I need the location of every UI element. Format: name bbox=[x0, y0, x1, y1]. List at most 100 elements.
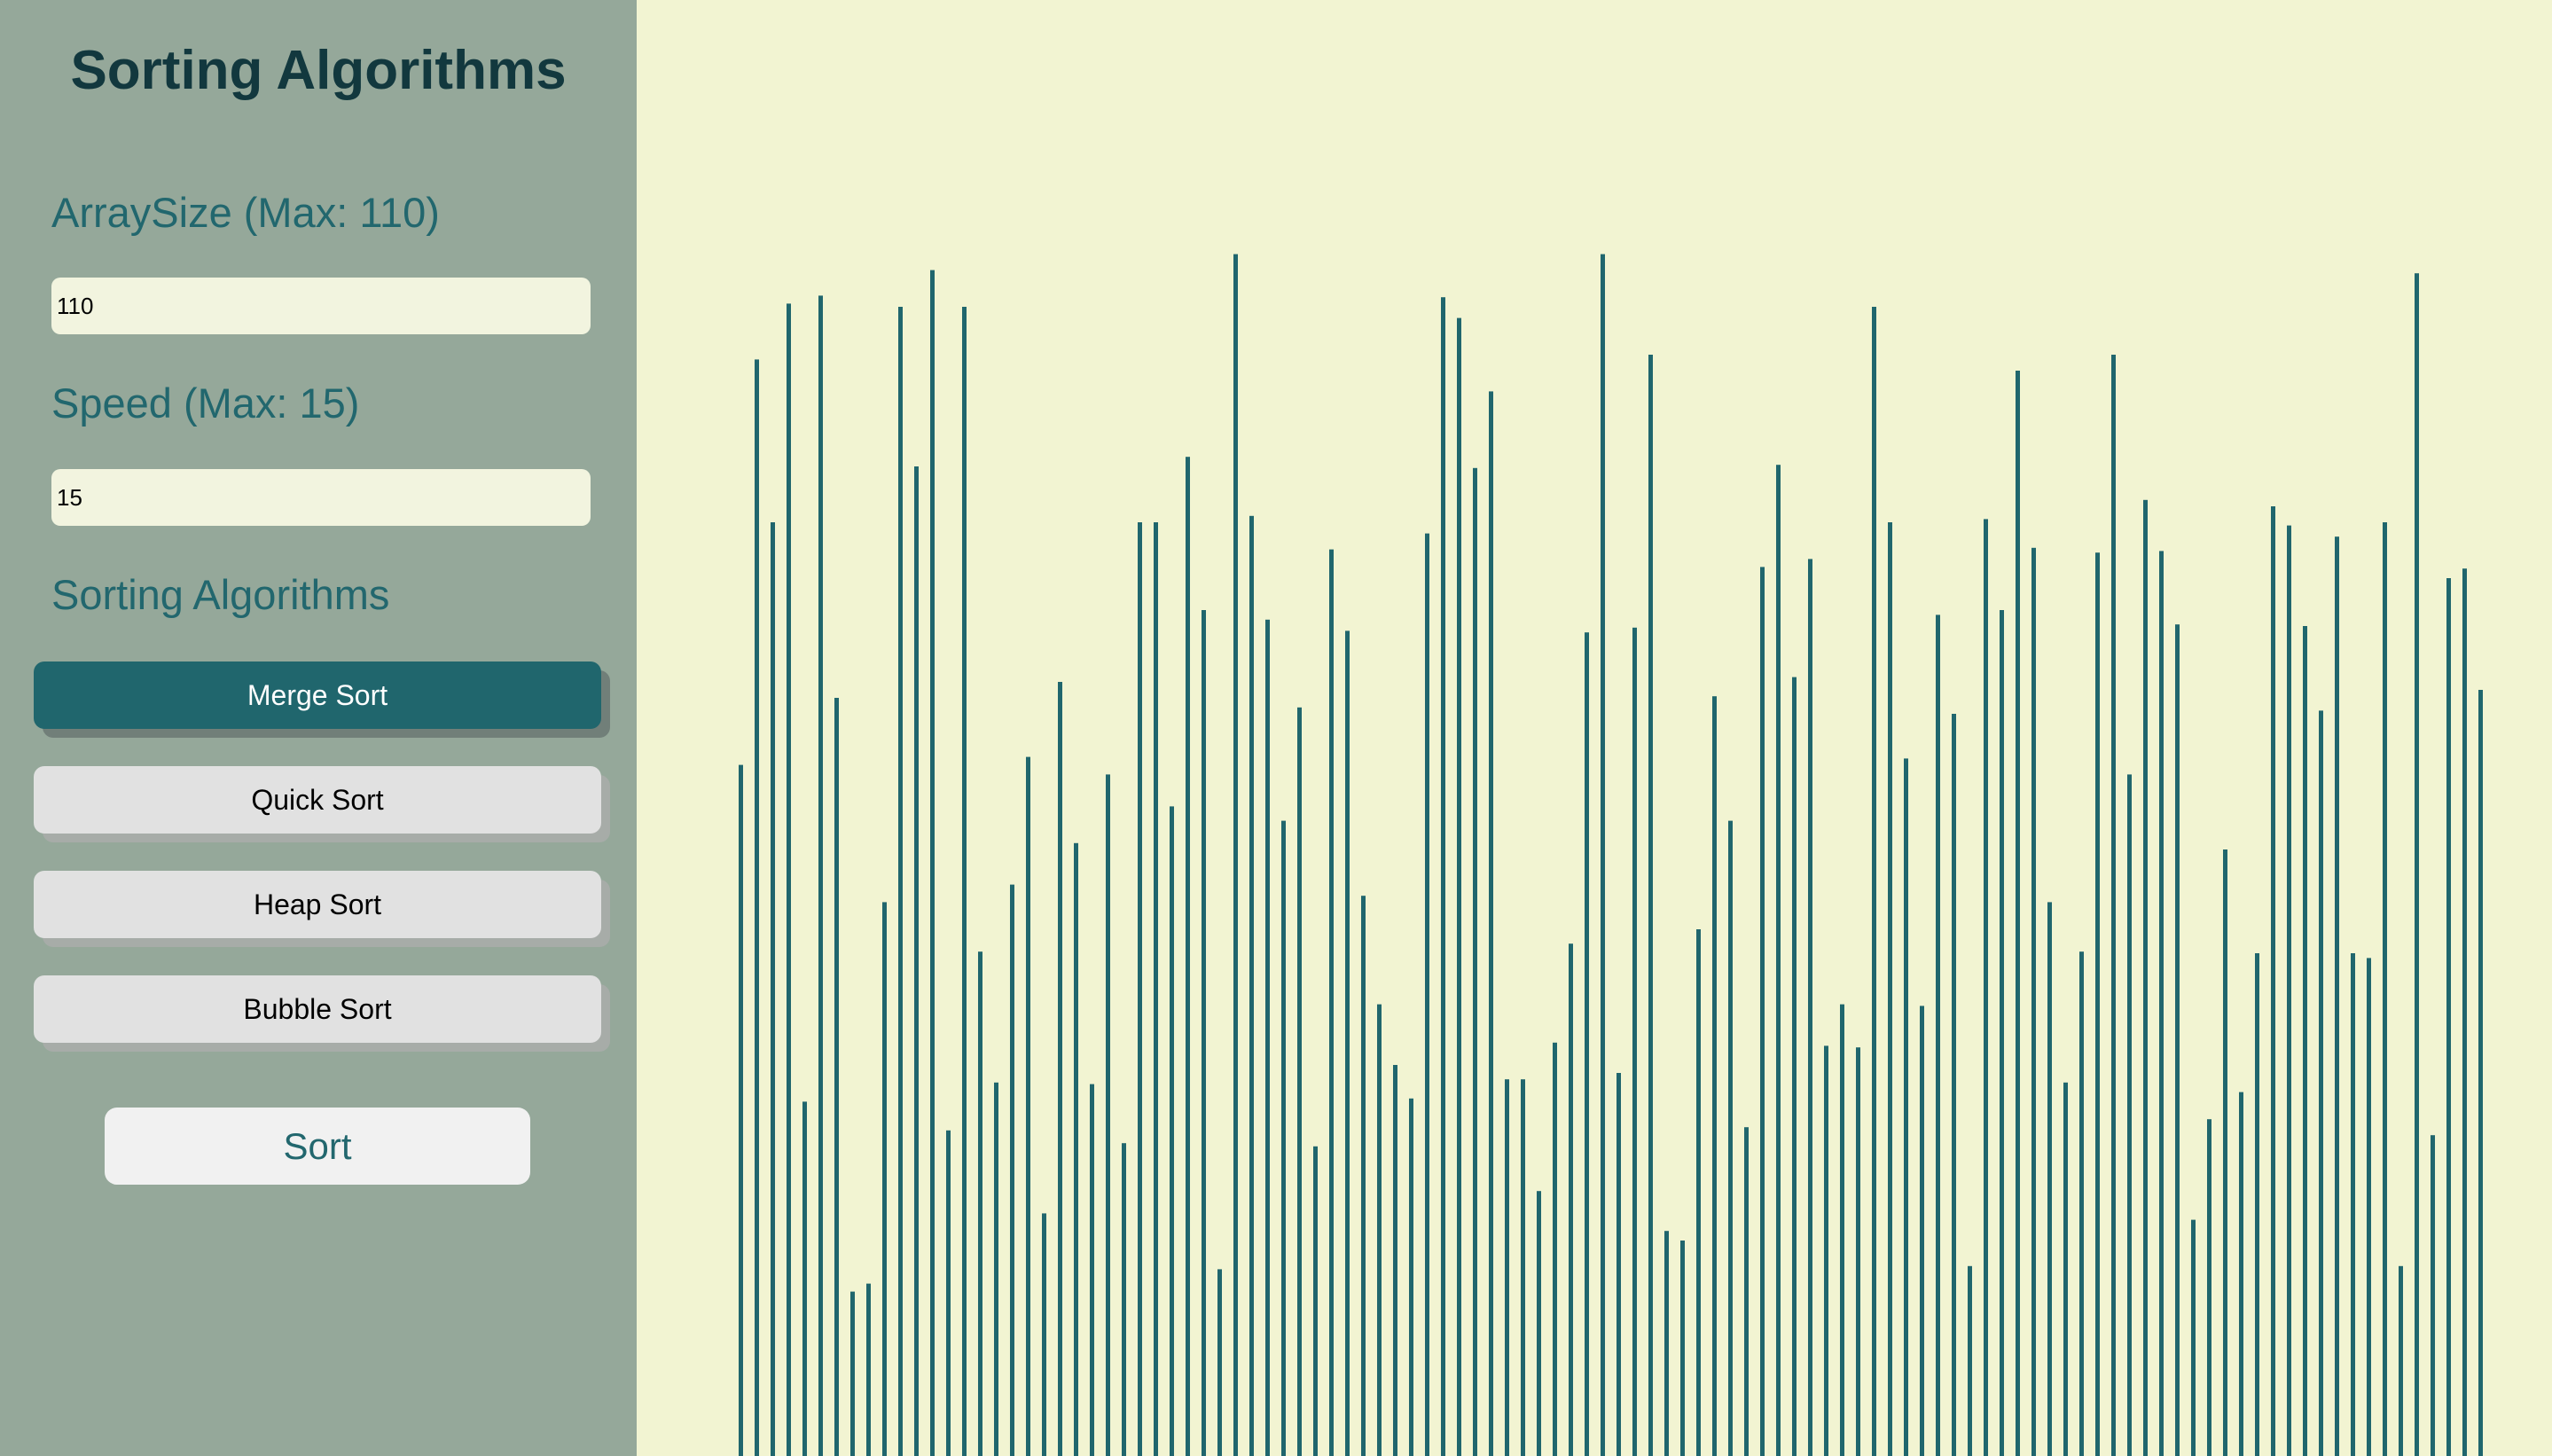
array-bar bbox=[834, 698, 839, 1456]
array-bar bbox=[1281, 820, 1286, 1456]
array-bar bbox=[1329, 549, 1334, 1456]
array-bar bbox=[1569, 943, 1573, 1456]
array-bar bbox=[1888, 522, 1892, 1456]
array-bar bbox=[1648, 355, 1653, 1456]
array-bar bbox=[1936, 614, 1940, 1456]
array-bar bbox=[1792, 677, 1797, 1456]
array-bar bbox=[1632, 627, 1637, 1456]
array-bar bbox=[2047, 902, 2052, 1456]
array-bar bbox=[2383, 522, 2387, 1456]
array-bar bbox=[2255, 953, 2259, 1456]
array-bar bbox=[1313, 1146, 1318, 1456]
quick-sort-button[interactable]: Quick Sort bbox=[34, 766, 601, 834]
array-bar bbox=[1441, 297, 1445, 1456]
array-bar bbox=[2143, 499, 2148, 1456]
array-bar bbox=[2287, 525, 2291, 1456]
array-bar bbox=[1521, 1079, 1525, 1456]
array-bar bbox=[1473, 467, 1477, 1456]
array-bar bbox=[2223, 849, 2227, 1456]
array-bar bbox=[1010, 884, 1014, 1456]
array-size-input[interactable] bbox=[51, 278, 591, 334]
array-bar bbox=[2415, 273, 2419, 1456]
array-bar bbox=[1345, 630, 1350, 1456]
array-bar bbox=[1122, 1143, 1126, 1456]
array-bar bbox=[2207, 1119, 2211, 1456]
array-bar bbox=[1952, 714, 1956, 1456]
array-bar bbox=[2000, 610, 2004, 1456]
array-bar bbox=[771, 522, 775, 1456]
algorithms-label: Sorting Algorithms bbox=[51, 571, 390, 618]
array-bar bbox=[1776, 465, 1781, 1456]
array-bar bbox=[1297, 707, 1302, 1456]
array-bar bbox=[1170, 806, 1174, 1456]
array-bar bbox=[1984, 519, 1988, 1456]
array-bar bbox=[914, 466, 919, 1456]
array-bar bbox=[739, 764, 743, 1456]
array-bar bbox=[2271, 506, 2275, 1456]
array-bar bbox=[1106, 774, 1110, 1456]
array-bar bbox=[930, 270, 935, 1456]
array-bar bbox=[2478, 690, 2483, 1456]
array-bar bbox=[1393, 1065, 1397, 1456]
array-bar bbox=[2016, 371, 2020, 1456]
array-bar bbox=[2111, 355, 2116, 1456]
array-bar bbox=[850, 1291, 855, 1456]
array-bar bbox=[1840, 1004, 1844, 1456]
array-bar bbox=[787, 303, 791, 1456]
array-bar bbox=[1856, 1047, 1860, 1456]
array-bar bbox=[1617, 1073, 1621, 1456]
array-bar bbox=[1712, 696, 1717, 1456]
array-bar bbox=[2063, 1082, 2068, 1456]
array-bar bbox=[1920, 1006, 1924, 1456]
array-bar bbox=[2127, 774, 2132, 1456]
array-bar bbox=[1425, 533, 1429, 1456]
heap-sort-button[interactable]: Heap Sort bbox=[34, 871, 601, 938]
array-size-label: ArraySize (Max: 110) bbox=[51, 189, 440, 236]
array-bar bbox=[1042, 1213, 1046, 1456]
array-bar bbox=[2367, 958, 2371, 1456]
array-bar bbox=[1968, 1265, 1972, 1456]
array-bar bbox=[978, 951, 982, 1456]
array-bar bbox=[1808, 559, 1812, 1456]
array-bar bbox=[1728, 820, 1733, 1456]
array-bar bbox=[1824, 1045, 1828, 1456]
array-bar bbox=[1904, 758, 1908, 1456]
merge-sort-button[interactable]: Merge Sort bbox=[34, 661, 601, 729]
array-bar bbox=[1601, 254, 1605, 1456]
array-bar bbox=[1377, 1004, 1382, 1456]
array-bar bbox=[1265, 619, 1270, 1456]
array-bar bbox=[962, 307, 967, 1456]
array-visualization bbox=[637, 0, 2552, 1456]
array-bar bbox=[1249, 515, 1254, 1456]
array-bar bbox=[1058, 682, 1062, 1456]
array-bar bbox=[2175, 624, 2180, 1456]
array-bar bbox=[1409, 1098, 1413, 1456]
bubble-sort-button[interactable]: Bubble Sort bbox=[34, 975, 601, 1043]
page-title: Sorting Algorithms bbox=[70, 40, 567, 101]
bars-canvas bbox=[739, 254, 2483, 1456]
array-bar bbox=[2031, 547, 2036, 1456]
array-bar bbox=[818, 295, 823, 1456]
sort-button[interactable]: Sort bbox=[105, 1108, 530, 1185]
array-bar bbox=[1505, 1079, 1509, 1456]
speed-label: Speed (Max: 15) bbox=[51, 380, 360, 427]
array-bar bbox=[2191, 1219, 2196, 1456]
array-bar bbox=[866, 1283, 871, 1456]
array-bar bbox=[2319, 710, 2323, 1456]
array-bar bbox=[1489, 391, 1493, 1456]
speed-input[interactable] bbox=[51, 469, 591, 526]
array-bar bbox=[1186, 457, 1190, 1456]
array-bar bbox=[1760, 567, 1765, 1456]
array-bar bbox=[1457, 317, 1461, 1456]
array-bar bbox=[2303, 626, 2307, 1456]
app-window: Sorting Algorithms ArraySize (Max: 110) … bbox=[0, 0, 2552, 1456]
array-bar bbox=[1217, 1269, 1222, 1456]
array-bar bbox=[946, 1130, 951, 1456]
array-bar bbox=[882, 902, 887, 1456]
array-bar bbox=[2095, 552, 2100, 1456]
array-bar bbox=[994, 1082, 998, 1456]
array-bar bbox=[1585, 632, 1589, 1456]
array-bar bbox=[2431, 1135, 2435, 1456]
array-bar bbox=[2239, 1092, 2243, 1456]
array-bar bbox=[1154, 522, 1158, 1456]
